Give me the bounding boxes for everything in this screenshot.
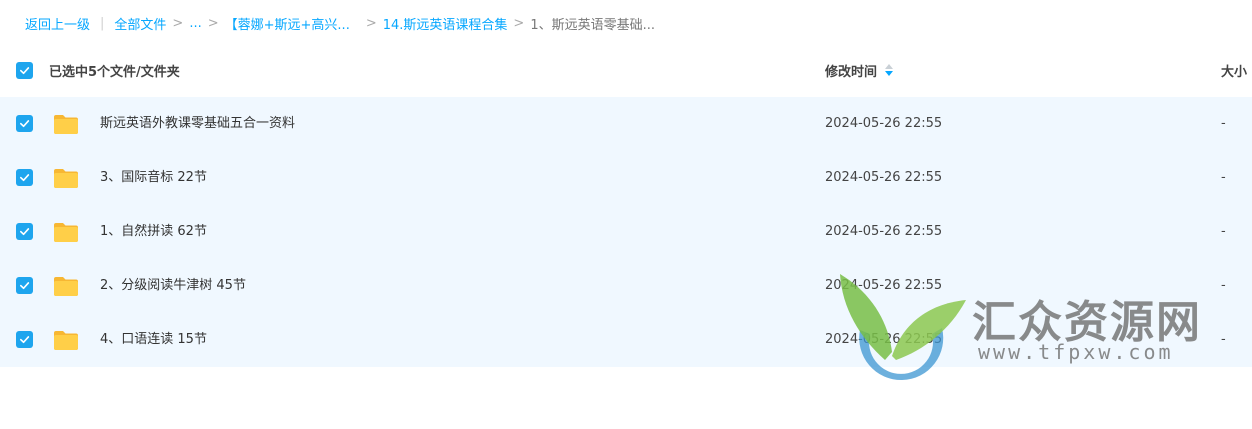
folder-icon	[54, 169, 78, 188]
row-checkbox[interactable]	[16, 169, 33, 186]
breadcrumb-current: 1、斯远英语零基础...	[530, 17, 655, 33]
row-checkbox[interactable]	[16, 277, 33, 294]
file-list-header: 已选中5个文件/文件夹 修改时间 大小	[0, 46, 1252, 94]
check-icon	[20, 282, 30, 290]
row-checkbox[interactable]	[16, 223, 33, 240]
folder-icon	[54, 223, 78, 242]
file-name[interactable]: 斯远英语外教课零基础五合一资料	[100, 115, 295, 133]
file-row[interactable]: 3、国际音标 22节 2024-05-26 22:55 -	[0, 151, 1252, 205]
file-name[interactable]: 1、自然拼读 62节	[100, 223, 207, 241]
file-manager: 返回上一级 | 全部文件 > ... > 【蓉娜+斯远+高兴... > 14.斯…	[0, 0, 1252, 429]
select-all-checkbox[interactable]	[16, 61, 33, 79]
file-modified-time: 2024-05-26 22:55	[825, 332, 943, 347]
breadcrumb-separator: >	[172, 15, 184, 31]
breadcrumb-ellipsis[interactable]: ...	[189, 16, 201, 31]
sort-arrows-icon[interactable]	[885, 64, 894, 76]
selected-count-label: 已选中5个文件/文件夹	[49, 64, 180, 80]
file-name[interactable]: 3、国际音标 22节	[100, 169, 207, 187]
file-modified-time: 2024-05-26 22:55	[825, 116, 943, 131]
column-size[interactable]: 大小	[1221, 61, 1247, 80]
check-icon	[20, 174, 30, 182]
file-row[interactable]: 斯远英语外教课零基础五合一资料 2024-05-26 22:55 -	[0, 97, 1252, 151]
row-checkbox[interactable]	[16, 115, 33, 132]
file-modified-time: 2024-05-26 22:55	[825, 278, 943, 293]
file-list: 斯远英语外教课零基础五合一资料 2024-05-26 22:55-3、国际音标 2…	[0, 97, 1252, 367]
file-row[interactable]: 4、口语连读 15节 2024-05-26 22:55 -	[0, 313, 1252, 367]
file-size: -	[1221, 116, 1226, 131]
folder-icon	[54, 331, 78, 350]
row-checkbox[interactable]	[16, 331, 33, 348]
breadcrumb-separator: >	[513, 15, 525, 31]
file-size: -	[1221, 278, 1226, 293]
breadcrumb-item-collection[interactable]: 【蓉娜+斯远+高兴...	[225, 14, 350, 33]
check-icon	[20, 120, 30, 128]
file-name[interactable]: 2、分级阅读牛津树 45节	[100, 277, 246, 295]
file-name[interactable]: 4、口语连读 15节	[100, 331, 207, 349]
check-icon	[20, 228, 30, 236]
breadcrumb-separator: >	[365, 15, 377, 31]
check-icon	[20, 336, 30, 344]
file-size: -	[1221, 224, 1226, 239]
file-row[interactable]: 2、分级阅读牛津树 45节 2024-05-26 22:55 -	[0, 259, 1252, 313]
breadcrumb-all-files[interactable]: 全部文件	[114, 14, 166, 33]
file-size: -	[1221, 170, 1226, 185]
file-modified-time: 2024-05-26 22:55	[825, 224, 943, 239]
file-row[interactable]: 1、自然拼读 62节 2024-05-26 22:55 -	[0, 205, 1252, 259]
breadcrumb: 返回上一级 | 全部文件 > ... > 【蓉娜+斯远+高兴... > 14.斯…	[0, 0, 1252, 46]
check-icon	[20, 66, 30, 74]
file-modified-time: 2024-05-26 22:55	[825, 170, 943, 185]
folder-icon	[54, 277, 78, 296]
file-size: -	[1221, 332, 1226, 347]
breadcrumb-item-course-set[interactable]: 14.斯远英语课程合集	[383, 14, 508, 33]
folder-icon	[54, 115, 78, 134]
breadcrumb-divider: |	[100, 15, 105, 31]
column-modified-time-label: 修改时间	[825, 64, 878, 80]
column-modified-time[interactable]: 修改时间	[825, 61, 894, 80]
back-link[interactable]: 返回上一级	[25, 14, 90, 33]
breadcrumb-separator: >	[207, 15, 219, 31]
